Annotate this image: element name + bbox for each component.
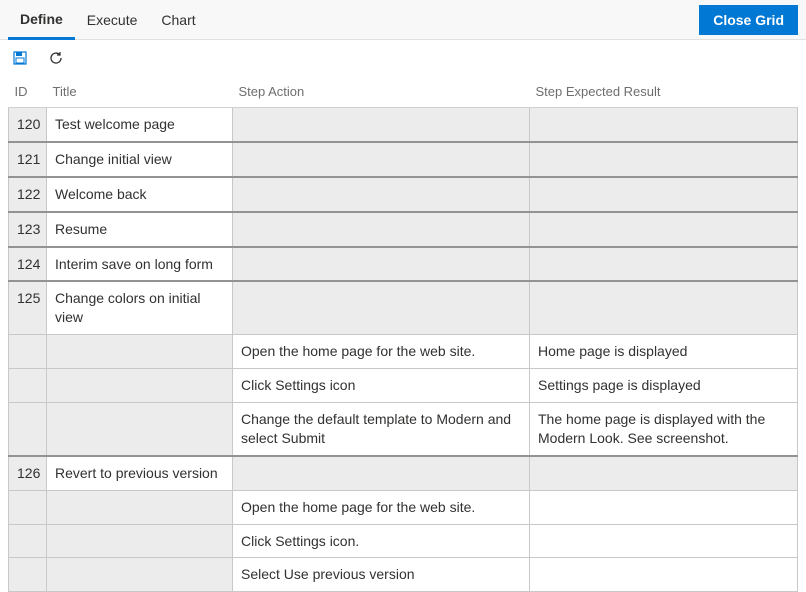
- cell-title[interactable]: Welcome back: [47, 177, 233, 212]
- cell-action[interactable]: [233, 212, 530, 247]
- column-header-title[interactable]: Title: [47, 76, 233, 108]
- table-row[interactable]: Click Settings icon.: [9, 524, 798, 558]
- cell-id[interactable]: 121: [9, 142, 47, 177]
- cell-id[interactable]: [9, 524, 47, 558]
- close-grid-button[interactable]: Close Grid: [699, 5, 798, 35]
- table-row[interactable]: 120Test welcome page: [9, 108, 798, 142]
- cell-id[interactable]: 122: [9, 177, 47, 212]
- cell-title[interactable]: Change colors on initial view: [47, 281, 233, 334]
- cell-id[interactable]: [9, 558, 47, 592]
- table-row[interactable]: Change the default template to Modern an…: [9, 403, 798, 456]
- cell-result[interactable]: [530, 247, 798, 282]
- table-row[interactable]: Select Use previous version: [9, 558, 798, 592]
- cell-action[interactable]: Open the home page for the web site.: [233, 490, 530, 524]
- cell-result[interactable]: [530, 281, 798, 334]
- refresh-icon[interactable]: [44, 46, 68, 70]
- save-icon[interactable]: [8, 46, 32, 70]
- table-row[interactable]: 121Change initial view: [9, 142, 798, 177]
- cell-result[interactable]: [530, 108, 798, 142]
- toolbar: [0, 40, 806, 76]
- column-header-action[interactable]: Step Action: [233, 76, 530, 108]
- cell-action[interactable]: Open the home page for the web site.: [233, 335, 530, 369]
- cell-title[interactable]: Resume: [47, 212, 233, 247]
- cell-result[interactable]: [530, 558, 798, 592]
- tab-list: Define Execute Chart: [8, 0, 208, 39]
- table-row[interactable]: 125Change colors on initial view: [9, 281, 798, 334]
- cell-title[interactable]: [47, 524, 233, 558]
- column-header-id[interactable]: ID: [9, 76, 47, 108]
- table-row[interactable]: 122Welcome back: [9, 177, 798, 212]
- cell-title[interactable]: Interim save on long form: [47, 247, 233, 282]
- cell-id[interactable]: [9, 490, 47, 524]
- cell-action[interactable]: [233, 108, 530, 142]
- cell-action[interactable]: Click Settings icon: [233, 369, 530, 403]
- cell-id[interactable]: 125: [9, 281, 47, 334]
- cell-id[interactable]: [9, 335, 47, 369]
- cell-id[interactable]: 123: [9, 212, 47, 247]
- cell-result[interactable]: [530, 456, 798, 490]
- cell-result[interactable]: Home page is displayed: [530, 335, 798, 369]
- tab-chart[interactable]: Chart: [149, 0, 207, 39]
- cell-action[interactable]: [233, 142, 530, 177]
- cell-action[interactable]: Click Settings icon.: [233, 524, 530, 558]
- cell-action[interactable]: [233, 247, 530, 282]
- cell-action[interactable]: [233, 177, 530, 212]
- cell-result[interactable]: [530, 524, 798, 558]
- tab-define[interactable]: Define: [8, 1, 75, 40]
- cell-action[interactable]: Select Use previous version: [233, 558, 530, 592]
- cell-result[interactable]: [530, 490, 798, 524]
- cell-title[interactable]: Test welcome page: [47, 108, 233, 142]
- cell-title[interactable]: Revert to previous version: [47, 456, 233, 490]
- cell-result[interactable]: [530, 142, 798, 177]
- header-row: ID Title Step Action Step Expected Resul…: [9, 76, 798, 108]
- table-row[interactable]: Click Settings iconSettings page is disp…: [9, 369, 798, 403]
- table-row[interactable]: Open the home page for the web site.Home…: [9, 335, 798, 369]
- cell-action[interactable]: [233, 456, 530, 490]
- cell-id[interactable]: 124: [9, 247, 47, 282]
- cell-action[interactable]: [233, 281, 530, 334]
- cell-id[interactable]: 126: [9, 456, 47, 490]
- cell-result[interactable]: Settings page is displayed: [530, 369, 798, 403]
- cell-title[interactable]: [47, 335, 233, 369]
- tab-execute[interactable]: Execute: [75, 0, 150, 39]
- cell-result[interactable]: [530, 177, 798, 212]
- cell-id[interactable]: [9, 403, 47, 456]
- cell-id[interactable]: [9, 369, 47, 403]
- cell-title[interactable]: [47, 403, 233, 456]
- cell-id[interactable]: 120: [9, 108, 47, 142]
- cell-result[interactable]: The home page is displayed with the Mode…: [530, 403, 798, 456]
- table-row[interactable]: 123Resume: [9, 212, 798, 247]
- cell-title[interactable]: [47, 490, 233, 524]
- top-bar: Define Execute Chart Close Grid: [0, 0, 806, 40]
- cell-title[interactable]: [47, 558, 233, 592]
- column-header-result[interactable]: Step Expected Result: [530, 76, 798, 108]
- cell-title[interactable]: Change initial view: [47, 142, 233, 177]
- table-row[interactable]: 124Interim save on long form: [9, 247, 798, 282]
- table-row[interactable]: Open the home page for the web site.: [9, 490, 798, 524]
- cell-action[interactable]: Change the default template to Modern an…: [233, 403, 530, 456]
- cell-title[interactable]: [47, 369, 233, 403]
- data-grid: ID Title Step Action Step Expected Resul…: [8, 76, 798, 592]
- cell-result[interactable]: [530, 212, 798, 247]
- table-row[interactable]: 126Revert to previous version: [9, 456, 798, 490]
